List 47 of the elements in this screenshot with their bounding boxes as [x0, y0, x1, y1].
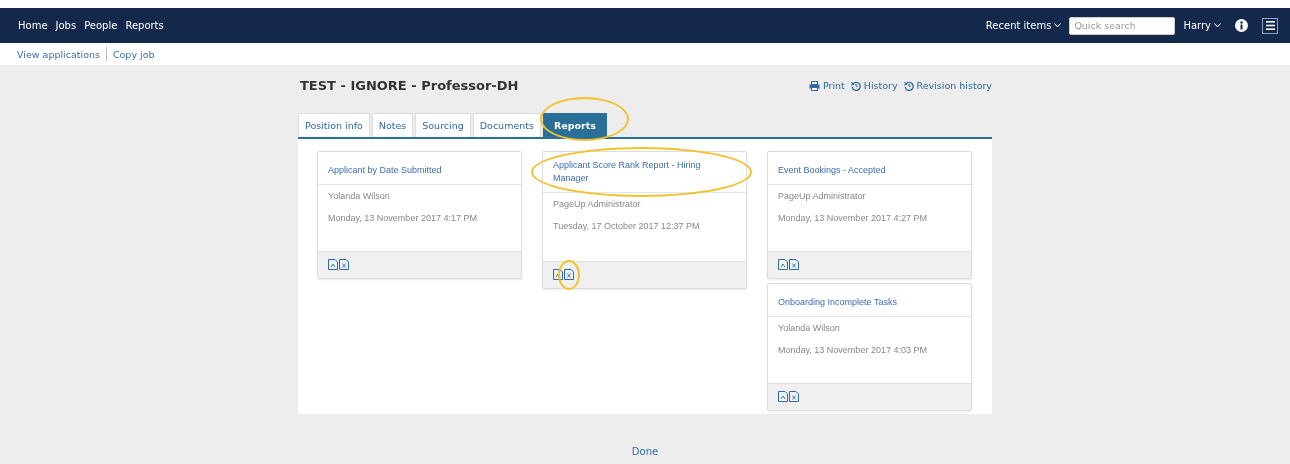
document-icon[interactable] [778, 391, 788, 402]
print-link[interactable]: Print [808, 80, 845, 91]
report-owner: PageUp Administrator [553, 199, 642, 209]
nav-link[interactable]: Home [18, 20, 48, 31]
report-date: Monday, 13 November 2017 4:27 PM [778, 213, 928, 223]
spreadsheet-icon[interactable] [789, 259, 799, 270]
menu-button[interactable] [1262, 17, 1278, 34]
nav-link[interactable]: Jobs [55, 20, 77, 31]
report-link[interactable]: Applicant by Date Submitted [328, 164, 442, 177]
nav-link[interactable]: People [84, 20, 118, 31]
recent-items-menu[interactable]: Recent items [985, 20, 1062, 31]
printer-icon [808, 80, 820, 91]
history-link[interactable]: History [850, 80, 898, 91]
tab[interactable]: Sourcing [415, 113, 471, 137]
menu-icon [1265, 21, 1275, 30]
report-link[interactable]: Onboarding Incomplete Tasks [778, 296, 897, 309]
info-icon[interactable] [1235, 19, 1248, 32]
document-icon[interactable] [778, 259, 788, 270]
link[interactable]: View applications [17, 48, 100, 60]
report-owner: Yolanda Wilson [328, 191, 391, 201]
history-icon [850, 80, 861, 91]
tab[interactable]: Reports [542, 113, 607, 137]
report-owner: PageUp Administrator [778, 191, 867, 201]
tab[interactable]: Notes [371, 113, 414, 137]
document-icon[interactable] [328, 259, 338, 270]
history-link[interactable]: Revision history [903, 80, 992, 91]
report-date: Monday, 13 November 2017 4:17 PM [328, 213, 478, 223]
tab[interactable]: Position info [298, 113, 370, 137]
caret-icon [1214, 23, 1221, 28]
spreadsheet-icon[interactable] [789, 391, 799, 402]
report-link[interactable]: Event Bookings - Accepted [778, 164, 886, 177]
search-field[interactable]: Quick search [1069, 16, 1176, 35]
report-date: Monday, 13 November 2017 4:03 PM [778, 345, 928, 355]
spreadsheet-icon[interactable] [564, 269, 574, 280]
caret-icon [1054, 23, 1062, 28]
spreadsheet-icon[interactable] [339, 259, 349, 270]
job-title: TEST - IGNORE - Professor-DH [300, 78, 519, 93]
done-link[interactable]: Done [631, 446, 659, 457]
document-icon[interactable] [553, 269, 563, 280]
report-link[interactable]: Applicant Score Rank Report - Hiring Manager [553, 159, 736, 185]
history-icon [903, 80, 914, 91]
nav-link[interactable]: Reports [125, 20, 164, 31]
report-owner: Yolanda Wilson [778, 323, 841, 333]
link[interactable]: Copy job [112, 48, 155, 60]
tab[interactable]: Documents [472, 113, 541, 137]
user-menu[interactable]: Harry [1183, 20, 1221, 31]
report-date: Tuesday, 17 October 2017 12:37 PM [553, 221, 701, 231]
